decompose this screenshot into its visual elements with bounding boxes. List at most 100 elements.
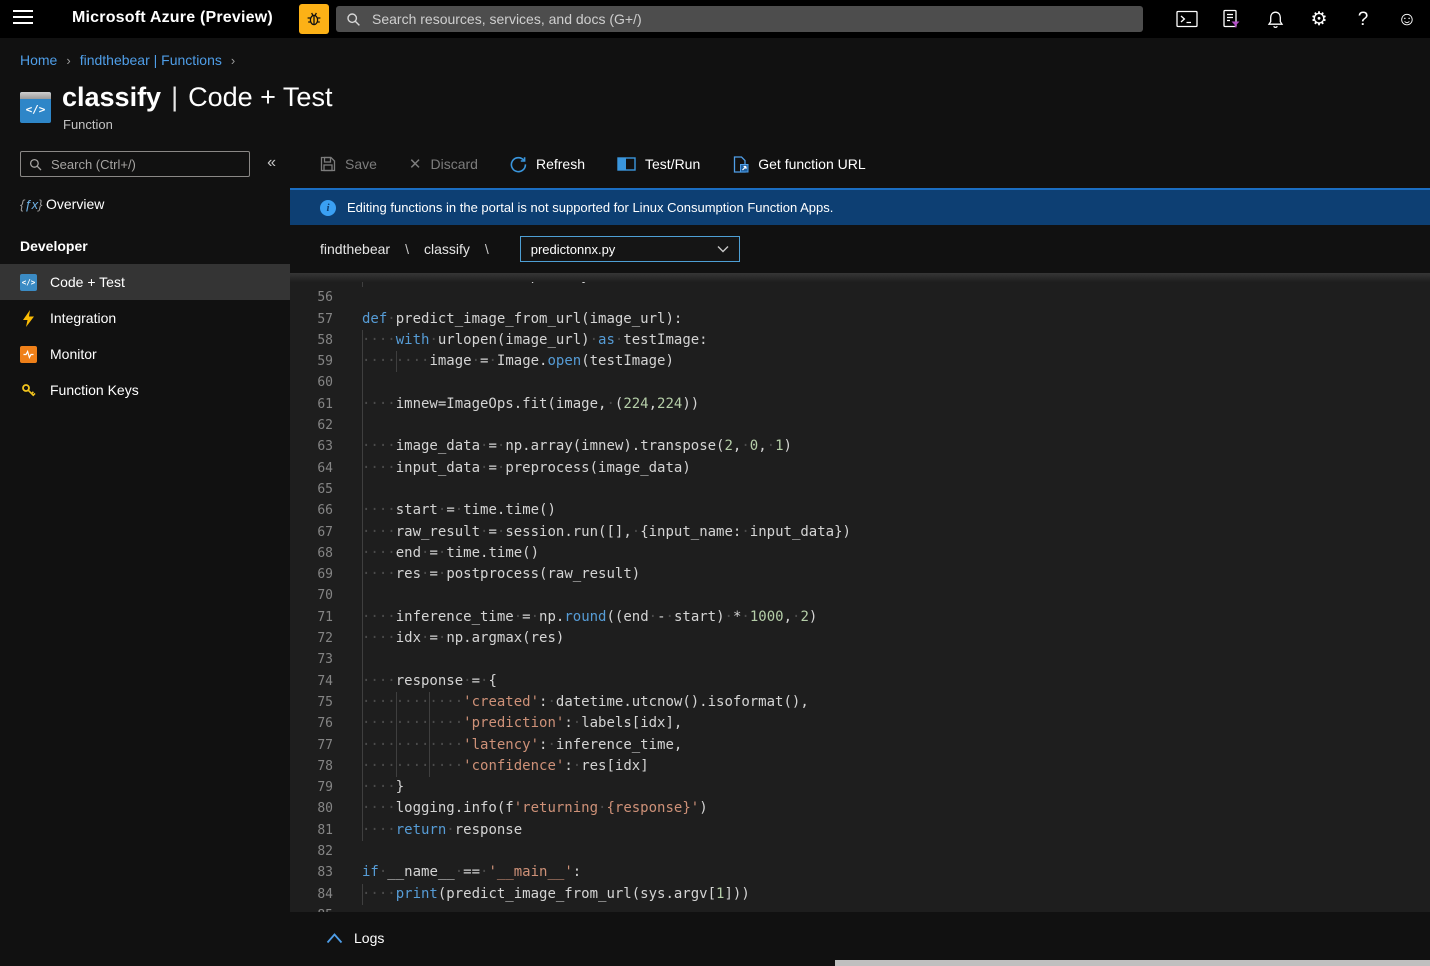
code-line[interactable]: 79····} bbox=[290, 777, 1430, 798]
code-line[interactable]: 85 bbox=[290, 905, 1430, 912]
path-function-name: classify bbox=[424, 241, 470, 257]
line-number: 56 bbox=[290, 287, 333, 308]
sidebar-item-monitor[interactable]: Monitor bbox=[0, 336, 290, 372]
code-line[interactable]: 76············'prediction':·labels[idx], bbox=[290, 713, 1430, 734]
menu-icon[interactable] bbox=[13, 10, 33, 26]
code-lines: 55····return·softmax(np.array(result)).t… bbox=[290, 273, 1430, 912]
get-function-url-button[interactable]: Get function URL bbox=[732, 156, 865, 173]
code-line[interactable]: 67····raw_result·=·session.run([],·{inpu… bbox=[290, 522, 1430, 543]
code-line[interactable]: 62 bbox=[290, 415, 1430, 436]
line-number: 66 bbox=[290, 500, 333, 521]
search-icon bbox=[29, 158, 42, 171]
code-line[interactable]: 65 bbox=[290, 479, 1430, 500]
code-line[interactable]: 56 bbox=[290, 287, 1430, 308]
sidebar-item-overview[interactable]: {ƒx} Overview bbox=[0, 188, 290, 220]
code-line[interactable]: 78············'confidence':·res[idx] bbox=[290, 756, 1430, 777]
function-name: classify bbox=[62, 82, 161, 112]
notifications-icon[interactable] bbox=[1262, 6, 1288, 32]
code-line[interactable]: 81····return·response bbox=[290, 820, 1430, 841]
logs-toggle-button[interactable]: Logs bbox=[320, 929, 390, 947]
sidebar: « {ƒx} Overview Developer </> Code + Tes… bbox=[0, 140, 290, 966]
code-line[interactable]: 70 bbox=[290, 585, 1430, 606]
command-bar: Save ✕ Discard Refresh Test/Run bbox=[290, 140, 1430, 188]
code-line[interactable]: 83if·__name__·==·'__main__': bbox=[290, 862, 1430, 883]
code-line[interactable]: 74····response·=·{ bbox=[290, 671, 1430, 692]
code-line[interactable]: 61····imnew=ImageOps.fit(image,·(224,224… bbox=[290, 394, 1430, 415]
path-separator: \ bbox=[405, 241, 409, 257]
code-line[interactable]: 75············'created':·datetime.utcnow… bbox=[290, 692, 1430, 713]
refresh-icon bbox=[510, 156, 527, 173]
overview-fx-icon: {ƒx} bbox=[20, 197, 46, 212]
breadcrumb-function-app[interactable]: findthebear | Functions bbox=[80, 52, 222, 68]
line-number: 80 bbox=[290, 798, 333, 819]
breadcrumb: Home›findthebear | Functions› bbox=[20, 52, 244, 68]
code-line[interactable]: 80····logging.info(f'returning·{response… bbox=[290, 798, 1430, 819]
portal-title: Microsoft Azure (Preview) bbox=[72, 9, 273, 27]
line-number: 82 bbox=[290, 841, 333, 862]
line-number: 60 bbox=[290, 372, 333, 393]
line-number: 81 bbox=[290, 820, 333, 841]
line-number: 59 bbox=[290, 351, 333, 372]
refresh-button[interactable]: Refresh bbox=[510, 156, 585, 173]
code-line[interactable]: 58····with·urlopen(image_url)·as·testIma… bbox=[290, 330, 1430, 351]
code-line[interactable]: 73 bbox=[290, 649, 1430, 670]
sidebar-item-code-test[interactable]: </> Code + Test bbox=[0, 264, 290, 300]
chevron-up-icon bbox=[326, 933, 343, 944]
code-line[interactable]: 57def·predict_image_from_url(image_url): bbox=[290, 309, 1430, 330]
settings-icon[interactable]: ⚙ bbox=[1306, 6, 1332, 32]
code-line[interactable]: 84····print(predict_image_from_url(sys.a… bbox=[290, 884, 1430, 905]
global-search-input[interactable] bbox=[370, 10, 1133, 28]
code-line[interactable]: 69····res·=·postprocess(raw_result) bbox=[290, 564, 1430, 585]
view-name: Code + Test bbox=[188, 82, 332, 112]
line-number: 73 bbox=[290, 649, 333, 670]
logs-panel: Logs bbox=[290, 912, 1430, 966]
line-number: 85 bbox=[290, 905, 333, 912]
code-line[interactable]: 64····input_data·=·preprocess(image_data… bbox=[290, 458, 1430, 479]
line-number: 75 bbox=[290, 692, 333, 713]
line-number: 71 bbox=[290, 607, 333, 628]
sidebar-item-label: Function Keys bbox=[50, 382, 139, 398]
code-line[interactable]: 66····start·=·time.time() bbox=[290, 500, 1430, 521]
cloud-shell-icon[interactable] bbox=[1174, 6, 1200, 32]
breadcrumb-home[interactable]: Home bbox=[20, 52, 57, 68]
resource-type-label: Function bbox=[63, 117, 113, 132]
file-dropdown-value: predictonnx.py bbox=[531, 242, 616, 257]
code-line[interactable]: 59········image·=·Image.open(testImage) bbox=[290, 351, 1430, 372]
code-test-icon: </> bbox=[20, 274, 37, 291]
feedback-icon[interactable]: ☺ bbox=[1394, 6, 1420, 32]
search-icon bbox=[346, 12, 361, 27]
global-search[interactable] bbox=[336, 6, 1143, 32]
bug-report-button[interactable] bbox=[299, 4, 329, 34]
sidebar-search-input[interactable] bbox=[49, 156, 241, 173]
code-line[interactable]: 68····end·=·time.time() bbox=[290, 543, 1430, 564]
test-run-button[interactable]: Test/Run bbox=[617, 156, 700, 172]
code-line[interactable]: 72····idx·=·np.argmax(res) bbox=[290, 628, 1430, 649]
code-line[interactable]: 60 bbox=[290, 372, 1430, 393]
sidebar-item-function-keys[interactable]: Function Keys bbox=[0, 372, 290, 408]
chevron-down-icon bbox=[717, 245, 729, 253]
line-number: 68 bbox=[290, 543, 333, 564]
help-icon[interactable]: ? bbox=[1350, 6, 1376, 32]
code-line[interactable]: 82 bbox=[290, 841, 1430, 862]
activity-filter-icon[interactable] bbox=[1218, 6, 1244, 32]
content-pane: Save ✕ Discard Refresh Test/Run bbox=[290, 140, 1430, 966]
code-line[interactable]: 71····inference_time·=·np.round((end·-·s… bbox=[290, 607, 1430, 628]
discard-button[interactable]: ✕ Discard bbox=[409, 155, 478, 173]
collapse-sidebar-icon[interactable]: « bbox=[261, 153, 282, 173]
sidebar-developer-items: </> Code + Test Integration Monitor bbox=[0, 264, 290, 408]
code-line[interactable]: 77············'latency':·inference_time, bbox=[290, 735, 1430, 756]
horizontal-scrollbar[interactable] bbox=[835, 960, 1430, 966]
save-button[interactable]: Save bbox=[320, 156, 377, 172]
file-dropdown[interactable]: predictonnx.py bbox=[520, 236, 740, 262]
file-path-bar: findthebear \ classify \ predictonnx.py bbox=[290, 225, 1430, 273]
logs-label: Logs bbox=[354, 930, 384, 946]
save-icon bbox=[320, 156, 336, 172]
path-app-name: findthebear bbox=[320, 241, 390, 257]
sidebar-search[interactable] bbox=[20, 151, 250, 177]
code-line[interactable]: 63····image_data·=·np.array(imnew).trans… bbox=[290, 436, 1430, 457]
code-editor[interactable]: 55····return·softmax(np.array(result)).t… bbox=[290, 273, 1430, 912]
sidebar-section-developer: Developer bbox=[20, 238, 88, 254]
path-separator: \ bbox=[485, 241, 489, 257]
editor-top-shadow bbox=[290, 273, 1430, 282]
sidebar-item-integration[interactable]: Integration bbox=[0, 300, 290, 336]
